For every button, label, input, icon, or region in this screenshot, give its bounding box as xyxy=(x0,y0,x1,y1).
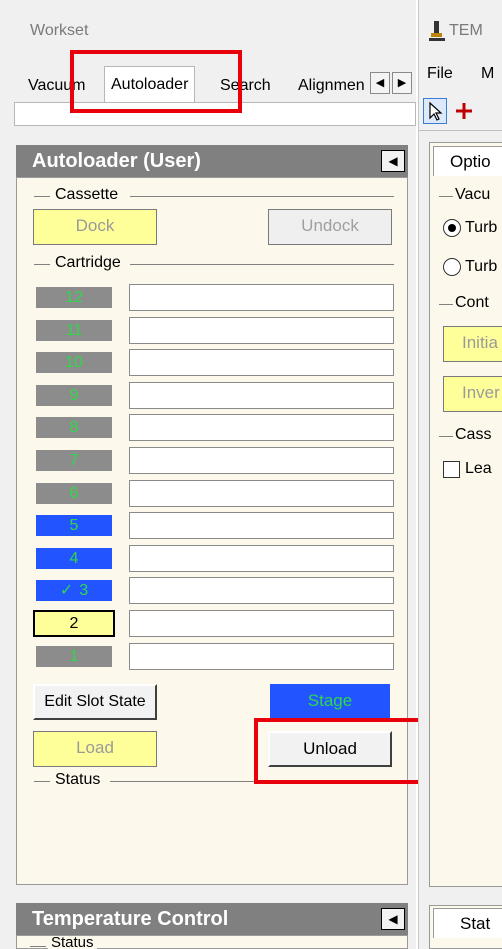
slot-3-badge[interactable]: ✓ 3 xyxy=(36,580,112,601)
slot-7-badge[interactable]: 7 xyxy=(36,450,112,471)
crosshair-tool-icon[interactable] xyxy=(453,100,475,122)
slot-12-field[interactable] xyxy=(129,284,394,311)
slot-6-badge[interactable]: 6 xyxy=(36,483,112,504)
autoloader-panel-header: Autoloader (User) xyxy=(16,145,408,177)
cartridge-group-line xyxy=(34,264,50,265)
slot-6-field[interactable] xyxy=(129,480,394,507)
temperature-panel-title: Temperature Control xyxy=(32,908,229,930)
tab-alignment[interactable]: Alignmen xyxy=(296,70,368,102)
slot-4-number: 4 xyxy=(69,550,79,567)
turbo-radio-2[interactable] xyxy=(443,258,461,276)
tem-main-window: TEM File M Optio Vacu Turb Turb Cont Ini… xyxy=(418,0,502,949)
tem-app-icon xyxy=(429,20,445,42)
cartridge-group-line-right xyxy=(130,264,394,265)
load-button[interactable]: Load xyxy=(33,731,157,767)
slot-1-field[interactable] xyxy=(129,643,394,670)
status-group-line xyxy=(34,781,50,782)
turbo-radio-2-label: Turb xyxy=(465,258,498,275)
status-group-label: Status xyxy=(52,771,104,789)
tab-scroll-right-icon[interactable]: ▶ xyxy=(392,72,412,94)
slot-10-badge[interactable]: 10 xyxy=(36,352,112,373)
slot-10-number: 10 xyxy=(65,354,83,371)
slot-8-number: 8 xyxy=(69,419,79,436)
collapse-temperature-icon[interactable]: ◀ xyxy=(381,908,405,930)
slot-5-number: 5 xyxy=(69,517,79,534)
slot-8-field[interactable] xyxy=(129,414,394,441)
highlight-unload-button xyxy=(254,718,422,784)
slot-5-field[interactable] xyxy=(129,512,394,539)
tem-app-title: TEM xyxy=(449,22,483,39)
temperature-status-label: Status xyxy=(48,936,97,949)
slot-7-number: 7 xyxy=(69,452,79,469)
slot-10-field[interactable] xyxy=(129,349,394,376)
cartridge-group-label: Cartridge xyxy=(52,254,124,272)
slot-9-number: 9 xyxy=(69,387,79,404)
slot-6-number: 6 xyxy=(69,485,79,502)
workset-panel: Workset Vacuum Autoloader Search Alignme… xyxy=(0,0,422,949)
slot-11-field[interactable] xyxy=(129,317,394,344)
slot-12-badge[interactable]: 12 xyxy=(36,287,112,308)
menu-more[interactable]: M xyxy=(481,65,494,83)
slot-8-badge[interactable]: 8 xyxy=(36,417,112,438)
slot-9-badge[interactable]: 9 xyxy=(36,385,112,406)
cont-group-line xyxy=(439,304,453,305)
slot-11-number: 11 xyxy=(65,322,83,339)
stage-indicator: Stage xyxy=(270,684,390,718)
toolbar-divider xyxy=(419,130,502,131)
highlight-autoloader-tab xyxy=(70,50,242,113)
edit-slot-state-button[interactable]: Edit Slot State xyxy=(33,684,157,720)
workset-title: Workset xyxy=(30,22,89,39)
temperature-status-line xyxy=(30,946,46,947)
invert-button[interactable]: Inver xyxy=(443,376,502,412)
pointer-tool-icon[interactable] xyxy=(423,98,447,124)
collapse-autoloader-icon[interactable]: ◀ xyxy=(381,150,405,172)
slot-1-number: 1 xyxy=(69,648,79,665)
dock-button[interactable]: Dock xyxy=(33,209,157,245)
tab-status[interactable]: Stat xyxy=(433,908,502,938)
slot-12-number: 12 xyxy=(65,289,83,306)
slot-7-field[interactable] xyxy=(129,447,394,474)
slot-11-badge[interactable]: 11 xyxy=(36,320,112,341)
tab-scroll-left-icon[interactable]: ◀ xyxy=(370,72,390,94)
tab-options[interactable]: Optio xyxy=(433,146,502,176)
vacuum-group-label: Vacu xyxy=(455,186,491,203)
undock-button[interactable]: Undock xyxy=(268,209,392,245)
vacuum-group-line xyxy=(439,196,453,197)
temperature-panel-header: Temperature Control xyxy=(16,903,408,935)
leave-checkbox[interactable] xyxy=(443,461,460,478)
cassette-group-line-right xyxy=(130,196,394,197)
slot-5-badge[interactable]: 5 xyxy=(36,515,112,536)
status-group-line-right xyxy=(110,781,260,782)
turbo-radio-1-label: Turb xyxy=(465,219,498,236)
cont-group-label: Cont xyxy=(455,294,489,311)
options-panel xyxy=(429,142,502,887)
slot-4-badge[interactable]: 4 xyxy=(36,548,112,569)
cassette-group-label: Cassette xyxy=(52,186,122,204)
autoloader-panel-title: Autoloader (User) xyxy=(32,150,201,172)
slot-2-badge[interactable]: 2 xyxy=(33,610,115,637)
radio-selected-dot xyxy=(448,224,456,232)
cass-group-line xyxy=(439,436,453,437)
cassette-group-line xyxy=(34,196,50,197)
leave-checkbox-label: Lea xyxy=(465,460,492,477)
slot-3-check-icon: ✓ xyxy=(59,582,74,599)
initialize-button[interactable]: Initia xyxy=(443,326,502,362)
slot-9-field[interactable] xyxy=(129,382,394,409)
slot-4-field[interactable] xyxy=(129,545,394,572)
menu-file[interactable]: File xyxy=(427,65,453,83)
slot-1-badge[interactable]: 1 xyxy=(36,646,112,667)
turbo-radio-1[interactable] xyxy=(443,219,461,237)
slot-2-field[interactable] xyxy=(129,610,394,637)
slot-3-number: 3 xyxy=(79,582,89,599)
slot-3-field[interactable] xyxy=(129,577,394,604)
slot-2-number: 2 xyxy=(69,615,79,632)
cass-group-label: Cass xyxy=(455,426,492,443)
